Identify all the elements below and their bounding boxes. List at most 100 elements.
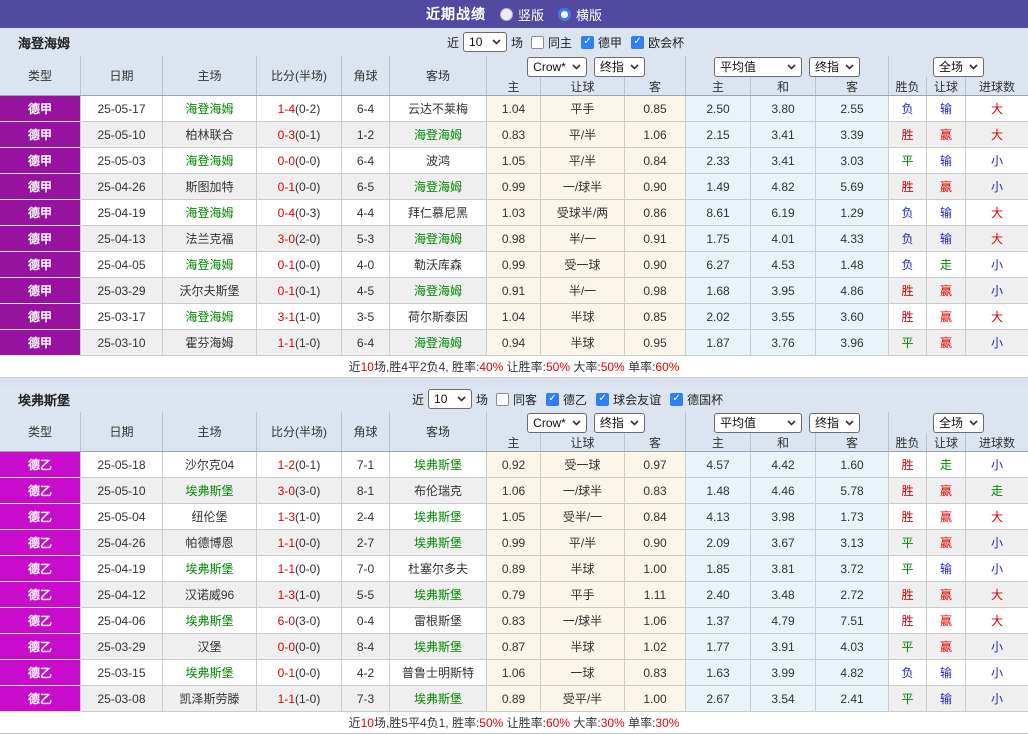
filter-controls: 近 10 场 同客 德乙 球会友谊 德国杯 — [412, 386, 728, 412]
chevron-down-icon — [572, 419, 581, 426]
same-away-checkbox[interactable] — [496, 392, 510, 406]
avg-draw: 3.67 — [751, 530, 816, 556]
result-goals: 小 — [966, 174, 1028, 200]
away-team: 雷根斯堡 — [390, 608, 487, 634]
odds-away: 1.06 — [625, 608, 686, 634]
same-home-label[interactable]: 同主 — [548, 34, 572, 51]
bundesliga2-label[interactable]: 德乙 — [563, 391, 587, 408]
odds-away: 0.97 — [625, 452, 686, 478]
bundesliga-label[interactable]: 德甲 — [598, 34, 622, 51]
match-row: 德甲 25-05-17 海登海姆 1-4 (0-2) 6-4 云达不莱梅 1.04 平手 0.85… — [0, 96, 1028, 122]
horizontal-layout-label[interactable]: 横版 — [576, 5, 602, 24]
horizontal-layout-option[interactable]: 横版 — [558, 5, 602, 24]
odds-handicap: 受球半/两 — [541, 200, 625, 226]
avg-draw: 3.41 — [751, 122, 816, 148]
conference-cup-checkbox[interactable] — [631, 35, 645, 49]
result-goals: 小 — [966, 530, 1028, 556]
chevron-down-icon — [787, 419, 796, 426]
corners: 5-5 — [342, 582, 390, 608]
odds-home: 0.89 — [487, 686, 541, 712]
odds-company-select[interactable]: Crow* — [527, 412, 587, 433]
result-handicap: 输 — [927, 96, 966, 122]
sub-col-odds-away: 客 — [625, 77, 686, 95]
corners: 3-5 — [342, 304, 390, 330]
average-select[interactable]: 平均值 — [713, 56, 802, 77]
club-friendly-checkbox[interactable] — [596, 392, 610, 406]
same-away-label[interactable]: 同客 — [513, 391, 537, 408]
score: 6-0 (3-0) — [257, 608, 342, 634]
table-header: 类型 日期 主场 比分(半场) 角球 客场 Crow* 终指 平均值 终指 全场… — [0, 412, 1028, 452]
match-date: 25-04-26 — [81, 530, 163, 556]
match-count-select[interactable]: 10 — [428, 389, 473, 409]
avg-away: 1.48 — [816, 252, 889, 278]
german-cup-label[interactable]: 德国杯 — [687, 391, 723, 408]
result-outcome: 胜 — [889, 504, 927, 530]
average-select[interactable]: 平均值 — [713, 412, 802, 433]
german-cup-checkbox[interactable] — [670, 392, 684, 406]
odds-away: 1.11 — [625, 582, 686, 608]
home-team: 凯泽斯劳滕 — [163, 686, 257, 712]
score: 0-1 (0-0) — [257, 660, 342, 686]
bundesliga-checkbox[interactable] — [581, 35, 595, 49]
average-stage-select[interactable]: 终指 — [808, 56, 860, 77]
sub-col-outcome: 胜负 — [889, 77, 927, 95]
result-handicap: 赢 — [927, 122, 966, 148]
avg-draw: 3.95 — [751, 278, 816, 304]
sub-col-handicap: 让球 — [541, 77, 625, 95]
league-badge: 德乙 — [0, 504, 81, 530]
match-date: 25-05-10 — [81, 478, 163, 504]
odds-away: 0.85 — [625, 96, 686, 122]
odds-home: 1.05 — [487, 148, 541, 174]
away-team: 海登海姆 — [390, 174, 487, 200]
avg-draw: 3.54 — [751, 686, 816, 712]
league-badge: 德甲 — [0, 304, 81, 330]
result-outcome: 平 — [889, 556, 927, 582]
conference-cup-label[interactable]: 欧会杯 — [648, 34, 684, 51]
result-outcome: 胜 — [889, 608, 927, 634]
scope-select[interactable]: 全场 — [932, 412, 984, 433]
odds-handicap: 平/半 — [541, 530, 625, 556]
match-date: 25-03-29 — [81, 278, 163, 304]
odds-handicap: 半球 — [541, 556, 625, 582]
horizontal-layout-radio[interactable] — [558, 7, 571, 21]
club-friendly-label[interactable]: 球会友谊 — [613, 391, 661, 408]
result-goals: 小 — [966, 278, 1028, 304]
result-handicap: 赢 — [927, 608, 966, 634]
score: 0-0 (0-0) — [257, 634, 342, 660]
odds-stage-select[interactable]: 终指 — [593, 412, 645, 433]
avg-away: 1.60 — [816, 452, 889, 478]
odds-company-select[interactable]: Crow* — [527, 56, 587, 77]
league-badge: 德乙 — [0, 556, 81, 582]
vertical-layout-radio[interactable] — [499, 7, 513, 21]
result-goals: 大 — [966, 96, 1028, 122]
bundesliga2-checkbox[interactable] — [546, 392, 560, 406]
match-count-select[interactable]: 10 — [463, 32, 508, 52]
avg-draw: 6.19 — [751, 200, 816, 226]
odds-away: 0.90 — [625, 252, 686, 278]
average-stage-select[interactable]: 终指 — [808, 412, 860, 433]
avg-draw: 3.91 — [751, 634, 816, 660]
filter-controls: 近 10 场 同主 德甲 欧会杯 — [447, 28, 689, 56]
col-score: 比分(半场) — [257, 56, 342, 95]
home-team: 海登海姆 — [163, 200, 257, 226]
games-label: 场 — [476, 392, 489, 407]
vertical-layout-label[interactable]: 竖版 — [518, 5, 544, 24]
result-goals: 大 — [966, 608, 1028, 634]
result-handicap: 赢 — [927, 304, 966, 330]
scope-select[interactable]: 全场 — [932, 56, 984, 77]
col-type: 类型 — [0, 412, 81, 451]
match-date: 25-04-19 — [81, 556, 163, 582]
chevron-down-icon — [572, 63, 581, 70]
result-handicap: 输 — [927, 148, 966, 174]
home-team: 海登海姆 — [163, 304, 257, 330]
avg-away: 7.51 — [816, 608, 889, 634]
odds-home: 0.87 — [487, 634, 541, 660]
same-home-checkbox[interactable] — [531, 35, 545, 49]
odds-handicap: 平/半 — [541, 122, 625, 148]
sub-col-odds-away: 客 — [625, 433, 686, 451]
odds-stage-select[interactable]: 终指 — [593, 56, 645, 77]
match-date: 25-05-10 — [81, 122, 163, 148]
scope-select-group: 全场 — [889, 412, 1028, 433]
avg-away: 2.55 — [816, 96, 889, 122]
vertical-layout-option[interactable]: 竖版 — [499, 5, 544, 24]
